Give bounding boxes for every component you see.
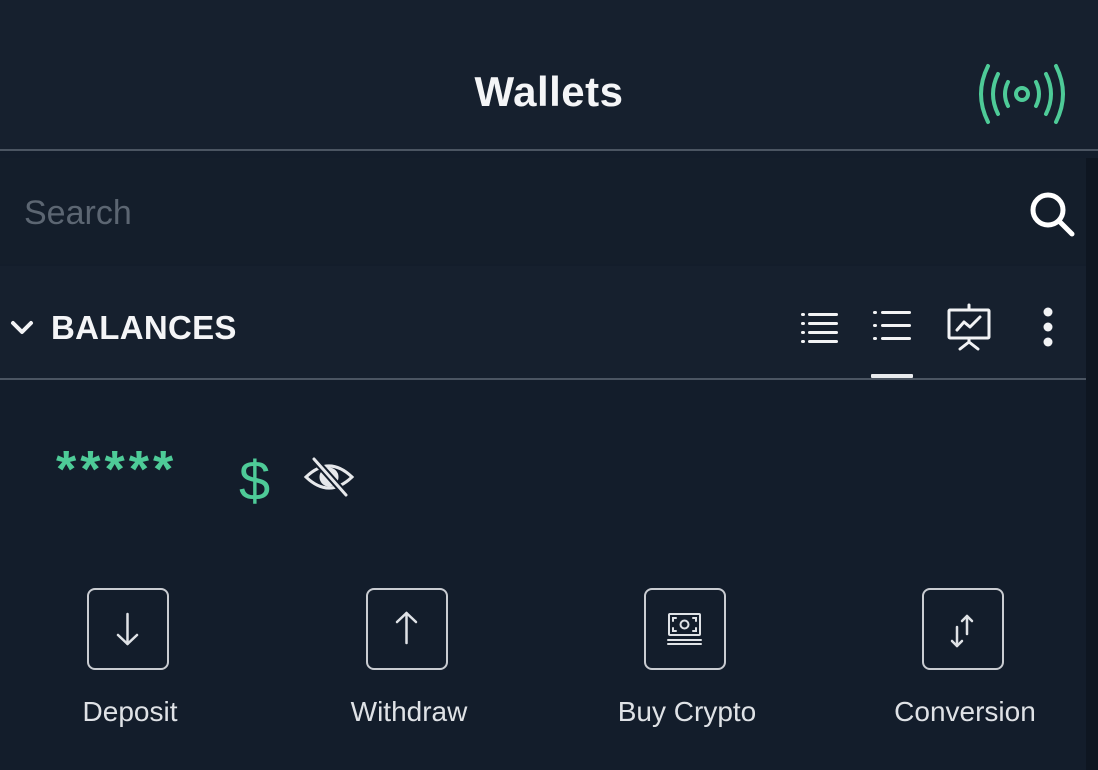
deposit-button[interactable]: Deposit — [30, 586, 230, 736]
broadcast-signal-icon — [979, 64, 1065, 124]
balances-section-label: BALANCES — [51, 309, 237, 346]
balances-divider — [0, 378, 1098, 380]
more-options-button[interactable] — [1036, 306, 1060, 350]
deposit-label: Deposit — [82, 696, 178, 727]
conversion-button[interactable]: Conversion — [865, 586, 1065, 736]
swap-vertical-icon — [950, 614, 974, 648]
search-icon — [1030, 192, 1075, 237]
buy-crypto-button[interactable]: Buy Crypto — [587, 586, 787, 736]
eye-off-icon — [303, 455, 355, 499]
arrow-down-icon — [116, 612, 139, 646]
chart-view-button[interactable] — [944, 302, 994, 352]
more-vertical-icon — [1043, 307, 1053, 347]
collapse-balances-button[interactable] — [10, 318, 34, 338]
header-divider — [0, 149, 1098, 151]
scrollbar[interactable] — [1086, 158, 1098, 770]
deposit-icon-box — [87, 588, 169, 670]
conversion-label: Conversion — [894, 696, 1036, 727]
conversion-icon-box — [922, 588, 1004, 670]
toggle-balance-visibility-button[interactable] — [302, 455, 356, 499]
dense-list-icon — [801, 313, 838, 343]
compact-list-view-button[interactable] — [798, 308, 842, 348]
search-button[interactable] — [1024, 186, 1080, 242]
chevron-down-icon — [11, 321, 33, 334]
page-title: Wallets — [474, 68, 624, 115]
withdraw-button[interactable]: Withdraw — [309, 586, 509, 736]
search-bar — [0, 158, 1086, 264]
withdraw-label: Withdraw — [350, 696, 468, 727]
search-input[interactable] — [22, 188, 986, 238]
cash-icon — [667, 613, 702, 645]
list-icon — [873, 311, 911, 340]
list-view-button[interactable] — [870, 306, 914, 346]
broadcast-button[interactable] — [978, 62, 1066, 126]
presentation-chart-icon — [947, 303, 991, 351]
withdraw-icon-box — [366, 588, 448, 670]
balance-amount-masked: ***** — [56, 441, 178, 499]
arrow-up-icon — [395, 611, 418, 645]
buy-crypto-label: Buy Crypto — [617, 696, 757, 727]
balance-currency-symbol: $ — [239, 449, 271, 512]
buy-crypto-icon-box — [644, 588, 726, 670]
